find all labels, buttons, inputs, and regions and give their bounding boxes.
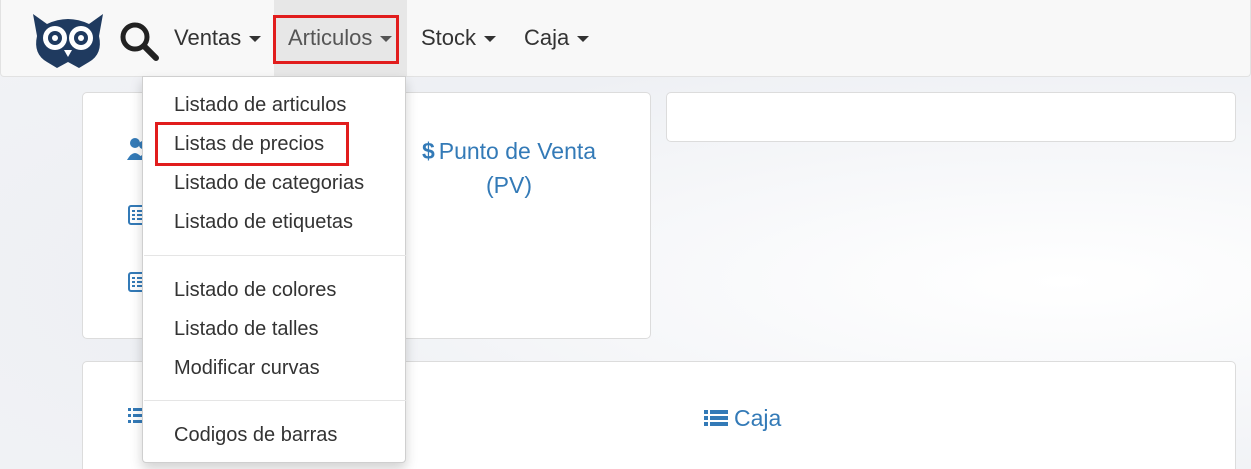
- nav-stock[interactable]: Stock: [407, 0, 510, 76]
- punto-venta-link[interactable]: $ Punto de Venta (PV): [400, 134, 618, 202]
- menu-item-listado-categorias[interactable]: Listado de categorias: [174, 171, 364, 195]
- nav-articulos-label: Articulos: [288, 25, 373, 50]
- menu-item-listado-talles[interactable]: Listado de talles: [174, 317, 319, 341]
- dollar-icon: $: [421, 138, 435, 164]
- menu-item-codigos-barras[interactable]: Codigos de barras: [174, 423, 337, 447]
- nav-ventas[interactable]: Ventas: [160, 0, 275, 76]
- menu-item-listado-colores[interactable]: Listado de colores: [174, 278, 336, 302]
- menu-item-listado-articulos[interactable]: Listado de articulos: [174, 93, 346, 117]
- articulos-dropdown-menu: Listado de articulos Listas de precios L…: [142, 76, 406, 463]
- top-navbar: Ventas Articulos Stock Caja: [0, 0, 1251, 77]
- punto-venta-label: Punto de Venta: [438, 138, 597, 164]
- menu-item-listas-precios[interactable]: Listas de precios: [174, 132, 324, 156]
- caja-link[interactable]: Caja: [704, 402, 781, 434]
- caja-link-label: Caja: [734, 404, 782, 431]
- menu-item-listado-etiquetas[interactable]: Listado de etiquetas: [174, 210, 353, 234]
- side-panel: [666, 92, 1236, 142]
- menu-item-modificar-curvas[interactable]: Modificar curvas: [174, 356, 320, 380]
- menu-divider: [144, 255, 406, 256]
- punto-venta-abbr: (PV): [486, 172, 532, 198]
- nav-ventas-label: Ventas: [174, 25, 242, 50]
- search-icon[interactable]: [118, 20, 160, 62]
- menu-divider: [144, 400, 406, 401]
- caret-down-icon: [577, 36, 590, 42]
- nav-caja-label: Caja: [524, 25, 570, 50]
- nav-stock-label: Stock: [421, 25, 477, 50]
- caret-down-icon: [380, 36, 393, 42]
- nav-caja[interactable]: Caja: [510, 0, 603, 76]
- list-icon: [704, 410, 728, 426]
- caret-down-icon: [249, 36, 262, 42]
- owl-logo-icon[interactable]: [29, 10, 107, 68]
- nav-articulos[interactable]: Articulos: [274, 0, 407, 76]
- caret-down-icon: [484, 36, 497, 42]
